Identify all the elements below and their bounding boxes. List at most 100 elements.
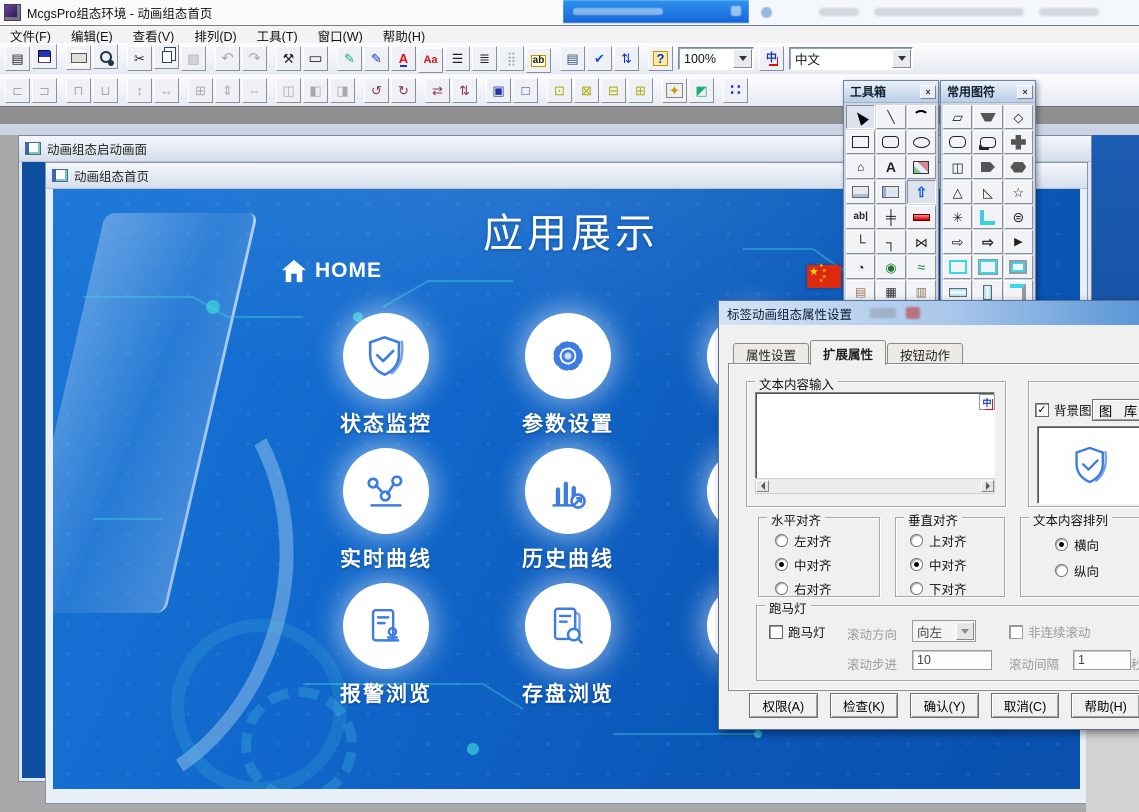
confirm-button[interactable]: 确认(Y) [910,693,979,718]
elbow-line-icon[interactable] [876,230,905,254]
redo-icon[interactable] [242,46,267,71]
permission-button[interactable]: 权限(A) [749,693,818,718]
scroll-left-icon[interactable] [756,480,769,492]
window-frame-icon[interactable] [303,46,328,71]
radio-option[interactable]: 中对齐 [775,555,832,574]
same-width-icon[interactable] [242,78,267,103]
space-vertical-icon[interactable] [330,78,355,103]
toolbox-close-icon[interactable] [920,85,936,99]
arc-icon[interactable] [907,105,936,129]
chevron-down-icon[interactable] [892,49,911,68]
space-horizontal-icon[interactable] [303,78,328,103]
rotate-right-icon[interactable] [391,78,416,103]
object-properties-icon[interactable] [560,46,585,71]
valve-icon[interactable] [907,230,936,254]
scroll-direction-select[interactable]: 向左 [912,620,976,642]
switch-widget-icon[interactable] [876,180,905,204]
scroll-step-field[interactable]: 10 [912,650,992,670]
slider-icon[interactable] [876,205,905,229]
line-icon[interactable] [876,105,905,129]
arrow-outline-icon[interactable] [943,230,972,254]
sort-lines-icon[interactable] [614,46,639,71]
help-icon[interactable] [648,46,673,71]
tab-attribute-settings[interactable]: 属性设置 [733,343,809,365]
nav-arrow-icon[interactable] [907,180,936,204]
zoom-select[interactable]: 100% [678,47,754,70]
triangle-icon[interactable] [943,180,972,204]
polygon-icon[interactable] [846,155,875,179]
bring-to-front-icon[interactable] [547,78,572,103]
diamond-icon[interactable] [1004,105,1033,129]
build-tools-icon[interactable] [276,46,301,71]
tab-extended-attributes[interactable]: 扩展属性 [810,340,886,365]
chevron-down-icon[interactable] [733,49,752,68]
frame-cyan-3-icon[interactable] [1004,255,1033,279]
same-size-icon[interactable] [188,78,213,103]
radio-option[interactable]: 纵向 [1055,561,1099,580]
grid-dots-icon[interactable] [499,46,524,71]
tile-alarm-browse[interactable]: 报警浏览 [326,583,446,708]
gallery-button[interactable]: 图 库 [1092,399,1139,421]
send-backward-icon[interactable] [628,78,653,103]
toolbox-titlebar[interactable]: 工具箱 [844,81,938,103]
radio-option[interactable]: 右对齐 [775,579,832,598]
copy-icon[interactable] [154,44,179,69]
right-triangle-icon[interactable] [973,180,1002,204]
new-page-icon[interactable] [5,46,30,71]
font-icon[interactable] [418,48,443,73]
char-color-icon[interactable] [391,46,416,71]
language-select[interactable]: 中文 [789,47,913,70]
undo-icon[interactable] [215,46,240,71]
align-top-icon[interactable] [66,78,91,103]
tile-history-curve[interactable]: 历史曲线 [508,448,628,573]
radio-option[interactable]: 上对齐 [910,531,967,550]
corner-line-icon[interactable] [846,230,875,254]
check-button[interactable]: 检查(K) [830,693,899,718]
cancel-button[interactable]: 取消(C) [991,693,1060,718]
text-icon[interactable] [876,155,905,179]
center-vertical-icon[interactable] [127,78,152,103]
parallelogram-icon[interactable] [943,105,972,129]
radio-option[interactable]: 中对齐 [910,555,967,574]
horizontal-scrollbar[interactable] [755,478,995,494]
language-toggle-icon[interactable] [759,46,784,71]
gear-burst-icon[interactable] [943,205,972,229]
meter-icon[interactable] [846,255,875,279]
help-button[interactable]: 帮助(H) [1071,693,1139,718]
callout-icon[interactable] [973,130,1002,154]
scroll-right-icon[interactable] [981,480,994,492]
tab-button-action[interactable]: 按钮动作 [887,343,963,365]
paste-icon[interactable] [181,46,206,71]
tank-icon[interactable] [1004,205,1033,229]
button-widget-icon[interactable] [846,180,875,204]
trend-curve-icon[interactable] [907,255,936,279]
cut-icon[interactable] [127,46,152,71]
symbols-titlebar[interactable]: 常用图符 [941,81,1035,103]
background-image-checkbox[interactable]: 背景图 [1035,400,1092,419]
rect-icon[interactable] [846,130,875,154]
radio-option[interactable]: 横向 [1055,535,1099,554]
radio-option[interactable]: 左对齐 [775,531,832,550]
tile-parameter-settings[interactable]: 参数设置 [508,313,628,438]
rounded-rect-symbol-icon[interactable] [943,130,972,154]
pentagon-arrow-icon[interactable] [973,155,1002,179]
space-equal-icon[interactable] [276,78,301,103]
radio-option[interactable]: 下对齐 [910,579,967,598]
ungroup-icon[interactable] [513,78,538,103]
indent-lines-icon[interactable] [472,46,497,71]
knob-icon[interactable] [876,255,905,279]
ellipse-icon[interactable] [907,130,936,154]
home-button[interactable]: HOME [281,259,382,283]
verify-check-icon[interactable] [587,46,612,71]
bitmap-icon[interactable] [907,155,936,179]
text-lines-icon[interactable] [445,46,470,71]
hexagon-icon[interactable] [1004,155,1033,179]
group-icon[interactable] [486,78,511,103]
center-horizontal-icon[interactable] [154,78,179,103]
color-grid-icon[interactable] [723,78,748,103]
cube-icon[interactable] [943,155,972,179]
flip-vertical-icon[interactable] [452,78,477,103]
text-content-input[interactable] [755,392,995,480]
align-left-icon[interactable] [5,78,30,103]
lock-icon[interactable] [662,78,687,103]
